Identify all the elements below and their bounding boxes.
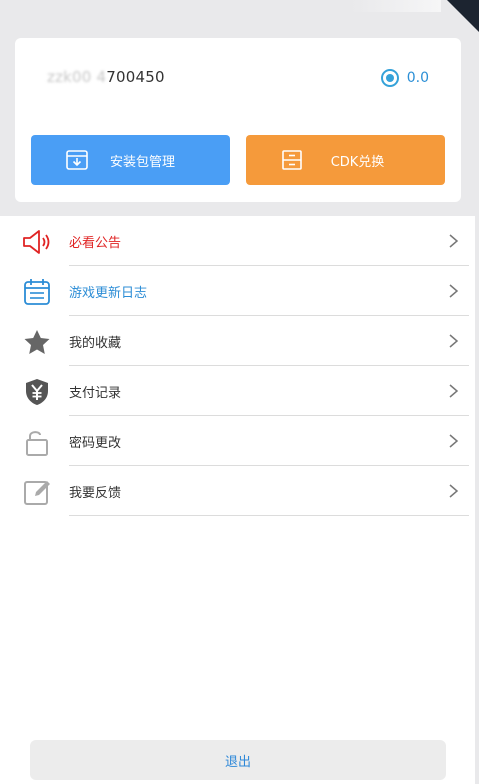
corner-shadow — [447, 0, 479, 32]
cdk-redeem-button[interactable]: CDK兑换 — [246, 135, 445, 185]
username: zzk00 4700450 — [47, 68, 165, 86]
chevron-right-icon — [449, 284, 459, 298]
top-edge-highlight — [351, 0, 441, 12]
menu-item-payment-records[interactable]: 支付记录 — [0, 366, 475, 416]
username-visible: 700450 — [106, 68, 165, 86]
menu-item-update-log[interactable]: 游戏更新日志 — [0, 266, 475, 316]
chevron-right-icon — [449, 484, 459, 498]
yen-shield-icon — [26, 379, 48, 405]
unlock-icon — [26, 431, 48, 456]
menu-item-notice-label: 必看公告 — [69, 236, 122, 251]
calendar-icon — [24, 279, 50, 305]
username-masked: zzk00 4 — [47, 68, 107, 86]
menu-item-notice[interactable]: 必看公告 — [0, 216, 475, 266]
chevron-right-icon — [449, 434, 459, 448]
balance[interactable]: 0.0 — [380, 69, 429, 87]
balance-value: 0.0 — [406, 70, 429, 86]
star-icon — [24, 330, 50, 354]
coin-icon — [380, 69, 399, 87]
chevron-right-icon — [449, 334, 459, 348]
menu-item-change-password[interactable]: 密码更改 — [0, 416, 475, 466]
package-manager-label: 安装包管理 — [109, 154, 175, 170]
menu-item-payment-records-label: 支付记录 — [69, 386, 122, 401]
cdk-redeem-label: CDK兑换 — [330, 154, 385, 170]
menu-list: 必看公告 游戏更新日志 我的收藏 支付记录 密码更改 我要反馈 — [0, 216, 475, 784]
account-card: zzk00 4700450 0.0 安装包管理 CDK兑换 — [15, 38, 461, 202]
drawer-icon — [282, 150, 302, 170]
edit-icon — [24, 481, 50, 505]
menu-item-feedback-label: 我要反馈 — [69, 486, 122, 501]
download-box-icon — [66, 150, 88, 170]
menu-item-favorites-label: 我的收藏 — [69, 336, 122, 351]
logout-button[interactable]: 退出 — [30, 740, 446, 780]
menu-item-favorites[interactable]: 我的收藏 — [0, 316, 475, 366]
chevron-right-icon — [449, 384, 459, 398]
chevron-right-icon — [449, 234, 459, 248]
speaker-icon — [23, 230, 50, 254]
menu-item-feedback[interactable]: 我要反馈 — [0, 466, 475, 516]
menu-item-change-password-label: 密码更改 — [69, 436, 122, 451]
menu-item-update-log-label: 游戏更新日志 — [69, 286, 148, 301]
divider — [69, 515, 469, 516]
package-manager-button[interactable]: 安装包管理 — [31, 135, 230, 185]
